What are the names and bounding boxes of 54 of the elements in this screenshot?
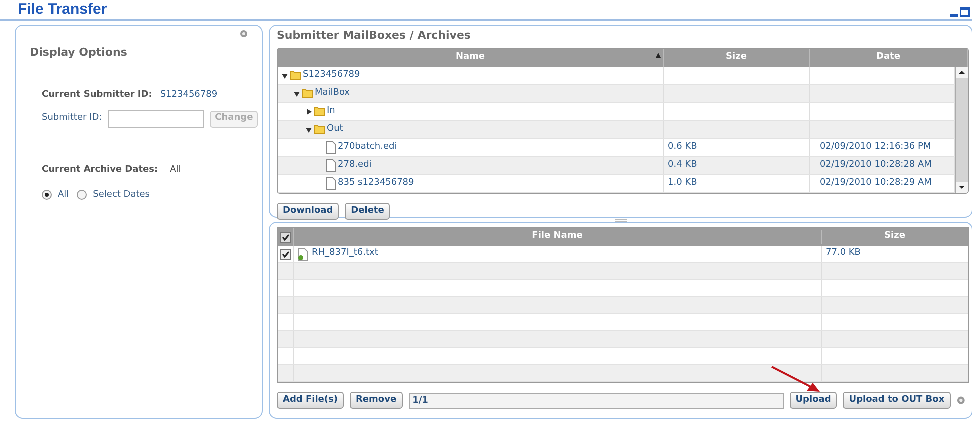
submitter-id-field[interactable] xyxy=(108,110,204,128)
tree-item[interactable]: In xyxy=(327,104,336,118)
field-value: All xyxy=(170,164,182,177)
radio-label[interactable]: All xyxy=(58,188,70,202)
expanded-icon[interactable] xyxy=(282,72,288,78)
expanded-icon[interactable] xyxy=(294,90,300,96)
button[interactable]: Upload xyxy=(790,392,838,409)
tree-item[interactable]: 835 s123456789 xyxy=(338,176,414,190)
scroll-down-icon[interactable] xyxy=(956,182,968,193)
panel-title: Display Options xyxy=(30,45,128,61)
collapsed-icon[interactable] xyxy=(306,108,312,114)
button[interactable]: Delete xyxy=(345,203,390,220)
scrollbar[interactable] xyxy=(955,67,968,193)
table-cell-text: 02/09/2010 12:16:36 PM xyxy=(820,140,932,154)
table-cell-text: 02/19/2010 10:28:28 AM xyxy=(820,158,932,172)
file-name: RH_837I_t6.txt xyxy=(312,247,378,260)
settings-icon[interactable] xyxy=(956,396,965,405)
field-value: S123456789 xyxy=(160,88,218,102)
tree-item[interactable]: 270batch.edi xyxy=(338,140,398,154)
table-cell-text: 0.4 KB xyxy=(668,158,698,172)
button[interactable]: Download xyxy=(277,203,340,220)
expanded-icon[interactable] xyxy=(306,126,312,132)
window-title: File Transfer xyxy=(18,1,108,19)
tree-item[interactable]: MailBox xyxy=(315,86,350,100)
tree-item[interactable]: Out xyxy=(327,122,344,136)
folder-icon xyxy=(290,71,301,80)
button[interactable]: Remove xyxy=(350,392,403,409)
field-label: Submitter ID: xyxy=(42,112,102,126)
radio-button[interactable] xyxy=(42,190,52,200)
sort-icon xyxy=(656,53,661,58)
radio-label[interactable]: Select Dates xyxy=(93,188,150,202)
checkbox[interactable] xyxy=(280,248,291,260)
radio-button[interactable] xyxy=(77,190,88,200)
field-label: Current Archive Dates: xyxy=(42,164,158,177)
button[interactable]: Add File(s) xyxy=(277,392,344,409)
button[interactable]: Upload to OUT Box xyxy=(843,392,951,409)
field-label: Current Submitter ID: xyxy=(42,88,152,102)
tree-item[interactable]: 278.edi xyxy=(338,158,372,172)
folder-icon xyxy=(314,107,325,116)
scroll-up-icon[interactable] xyxy=(956,67,968,78)
annotation-arrow xyxy=(771,366,821,393)
table-cell-text: 77.0 KB xyxy=(826,247,861,260)
table-cell-text: 02/19/2010 10:28:29 AM xyxy=(820,176,932,190)
folder-icon xyxy=(314,125,325,134)
tree-item[interactable]: S123456789 xyxy=(303,68,360,82)
panel-title: Submitter MailBoxes / Archives xyxy=(277,29,472,43)
table-cell-text: 0.6 KB xyxy=(668,140,698,154)
status-field: 1/1 xyxy=(408,392,784,408)
file-icon xyxy=(326,159,336,172)
settings-icon[interactable] xyxy=(240,30,248,38)
select-all-checkbox[interactable] xyxy=(280,232,291,242)
folder-icon xyxy=(302,89,313,98)
maximize-icon[interactable] xyxy=(960,7,970,17)
table-cell-text: 1.0 KB xyxy=(668,176,698,190)
